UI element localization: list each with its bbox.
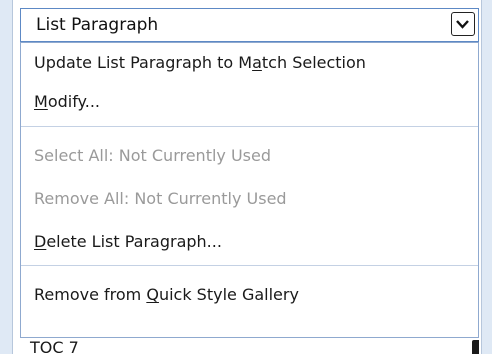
paragraph-mark-icon — [472, 340, 479, 354]
menu-item-text: elete List Paragraph... — [46, 232, 222, 251]
access-key: D — [34, 232, 47, 251]
pane-right-border — [481, 0, 492, 354]
style-list-item-toc7[interactable]: TOC 7 — [30, 338, 79, 354]
pane-left-border — [0, 0, 13, 354]
delete-style-item[interactable]: Delete List Paragraph... — [21, 224, 478, 260]
styles-pane: List Paragraph TOC 7 Update List Paragra… — [0, 0, 492, 354]
menu-item-text: Remove from — [34, 285, 147, 304]
remove-from-quick-style-gallery-item[interactable]: Remove from Quick Style Gallery — [21, 277, 478, 313]
modify-item[interactable]: Modify... — [21, 84, 478, 120]
menu-item-text: odify... — [47, 92, 100, 111]
access-key: a — [252, 53, 262, 72]
menu-separator — [21, 265, 478, 266]
access-key: M — [34, 92, 48, 111]
menu-item-text: uick Style Gallery — [158, 285, 299, 304]
style-dropdown-value: List Paragraph — [36, 15, 159, 35]
remove-all-item[interactable]: Remove All: Not Currently Used — [21, 181, 478, 217]
style-context-menu: Update List Paragraph to Match Selection… — [20, 42, 479, 338]
chevron-down-icon[interactable] — [451, 12, 475, 36]
menu-separator — [21, 126, 478, 127]
access-key: Q — [146, 285, 159, 304]
select-all-item[interactable]: Select All: Not Currently Used — [21, 138, 478, 174]
update-to-match-selection-item[interactable]: Update List Paragraph to Match Selection — [21, 45, 478, 81]
menu-item-text: Update List Paragraph to M — [34, 53, 253, 72]
style-dropdown[interactable]: List Paragraph — [20, 8, 479, 42]
menu-item-text: tch Selection — [261, 53, 366, 72]
